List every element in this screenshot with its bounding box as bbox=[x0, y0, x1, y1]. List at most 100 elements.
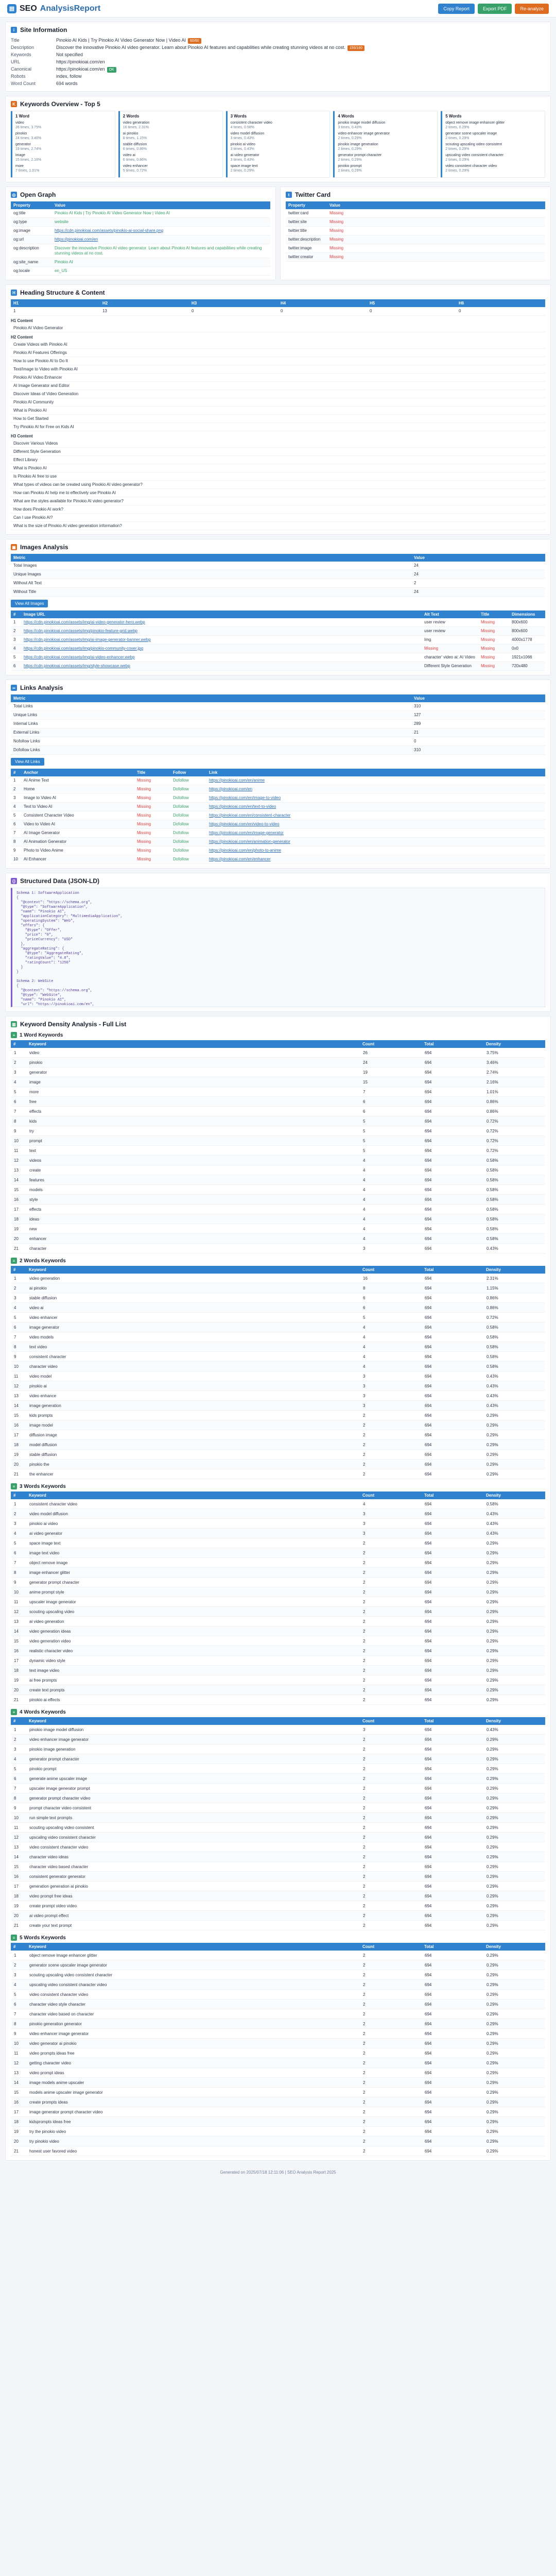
table-cell: 3 bbox=[360, 1400, 422, 1411]
reanalyze-button[interactable]: Re-analyze bbox=[515, 3, 549, 14]
table-cell[interactable]: https://cdn.pinokioai.com/assets/img/ai-… bbox=[21, 635, 422, 645]
headings-card: H Heading Structure & Content H1 H2 H3 H4 H5 H… bbox=[5, 284, 551, 535]
h3-item: Can I use Pinokio AI? bbox=[11, 514, 545, 522]
table-row: 6 generate anime upscaler image 2 694 0.29% bbox=[11, 1773, 545, 1784]
table-cell: 694 bbox=[422, 1832, 483, 1842]
table-cell: 1 bbox=[11, 1274, 26, 1283]
table-row: 9 Photo to Video Anime Missing Dofollow http… bbox=[11, 846, 545, 855]
table-cell: 2 bbox=[360, 1469, 422, 1479]
table-cell: character video based on character bbox=[26, 2009, 360, 2019]
table-row: 9 generator prompt character 2 694 0.29% bbox=[11, 1577, 545, 1587]
table-cell[interactable]: https://pinokioai.com/en/image-to-video bbox=[206, 793, 545, 803]
table-cell[interactable]: https://cdn.pinokioai.com/assets/img/sty… bbox=[21, 662, 422, 671]
table-cell: 694 bbox=[422, 1302, 483, 1313]
view-all-links-button[interactable]: View All Links bbox=[11, 758, 44, 766]
table-cell: 5 bbox=[11, 1989, 26, 1999]
h3-text: What is Pinokio AI bbox=[13, 466, 47, 470]
table-cell: 694 bbox=[422, 1675, 483, 1685]
view-all-images-button[interactable]: View All Images bbox=[11, 600, 48, 607]
table-cell: 4 bbox=[11, 1979, 26, 1990]
table-cell: 11 bbox=[11, 1145, 26, 1156]
table-cell: 694 bbox=[422, 2107, 483, 2117]
table-cell: video enhance bbox=[26, 1391, 360, 1401]
table-row: 2 video enhancer image generator 2 694 0.29% bbox=[11, 1734, 545, 1744]
table-cell: 3 bbox=[11, 793, 21, 803]
table-cell[interactable]: https://cdn.pinokioai.com/assets/img/ai-… bbox=[21, 618, 422, 627]
table-row: 14 video generation ideas 2 694 0.29% bbox=[11, 1626, 545, 1636]
table-cell[interactable]: https://pinokioai.com/en bbox=[206, 785, 545, 794]
keyword-text: space image text bbox=[230, 164, 258, 168]
table-cell: 3 bbox=[360, 1381, 422, 1391]
table-cell: 694 bbox=[422, 1812, 483, 1823]
table-cell: 11 bbox=[11, 1597, 26, 1607]
table-cell: 694 bbox=[422, 1274, 483, 1283]
table-row: 10 AI Enhancer Missing Dofollow https://pino… bbox=[11, 855, 545, 864]
table-cell[interactable]: https://pinokioai.com/en/image-generator bbox=[206, 828, 545, 838]
table-cell[interactable]: https://cdn.pinokioai.com/assets/img/ai-… bbox=[21, 653, 422, 662]
density-section-title: 2 Words Keywords bbox=[20, 1258, 66, 1264]
table-cell: 3 bbox=[360, 1243, 422, 1253]
table-cell: 2 bbox=[360, 1548, 422, 1558]
export-pdf-button[interactable]: Export PDF bbox=[477, 3, 512, 14]
table-cell: 1.15% bbox=[483, 1283, 545, 1293]
keyword-item: video 26 times, 3.75% bbox=[15, 121, 112, 130]
column-header: Density bbox=[483, 1040, 545, 1048]
table-cell[interactable]: https://cdn.pinokioai.com/assets/img/pin… bbox=[21, 644, 422, 653]
table-cell: 14 bbox=[11, 1175, 26, 1185]
table-cell: 0.29% bbox=[483, 1449, 545, 1460]
table-cell: 0.29% bbox=[483, 1616, 545, 1626]
keyword-item: pinokio image model diffusion 3 times, 0.… bbox=[338, 121, 434, 130]
table-cell: 0.29% bbox=[483, 2038, 545, 2048]
table-cell: 4 bbox=[360, 1351, 422, 1362]
table-cell: Dofollow bbox=[170, 776, 206, 785]
table-cell[interactable]: https://pinokioai.com/en/anime bbox=[206, 776, 545, 785]
site-info-value: 694 words bbox=[56, 80, 545, 87]
table-cell: 9 bbox=[11, 1351, 26, 1362]
summary-row: External Links 21 bbox=[11, 728, 545, 737]
table-cell: 0.58% bbox=[483, 1233, 545, 1244]
heading-level-header: H6 bbox=[456, 299, 545, 307]
copy-report-button[interactable]: Copy Report bbox=[438, 3, 475, 14]
column-header: # bbox=[11, 1266, 26, 1274]
table-row: 10 character video 4 694 0.58% bbox=[11, 1361, 545, 1371]
table-cell[interactable]: https://pinokioai.com/en/photo-to-anime bbox=[206, 846, 545, 855]
table-cell: Missing bbox=[478, 626, 509, 636]
table-cell: 18 bbox=[11, 1214, 26, 1224]
table-cell: diffusion image bbox=[26, 1430, 360, 1440]
img-sum-col-value: Value bbox=[411, 554, 545, 562]
table-cell: 0.29% bbox=[483, 1812, 545, 1823]
table-cell: video consistent character video bbox=[26, 1989, 360, 1999]
table-cell: consistent character video bbox=[26, 1499, 360, 1509]
table-cell: 2 bbox=[11, 1283, 26, 1293]
keyword-item: consistent character video 4 times, 0.58% bbox=[231, 121, 327, 130]
table-row: 16 realistic character video 2 694 0.29% bbox=[11, 1646, 545, 1656]
table-cell: 2 bbox=[11, 626, 21, 636]
table-cell[interactable]: https://pinokioai.com/en/animation-gener… bbox=[206, 837, 545, 846]
table-row: 5 pinokio prompt 2 694 0.29% bbox=[11, 1764, 545, 1774]
table-cell: 694 bbox=[422, 1951, 483, 1960]
metric-value: 24 bbox=[411, 587, 545, 597]
h3-text: Discover Various Videos bbox=[13, 441, 58, 446]
table-cell[interactable]: https://cdn.pinokioai.com/assets/img/pin… bbox=[21, 626, 422, 636]
table-cell[interactable]: https://pinokioai.com/en/video-to-video bbox=[206, 820, 545, 829]
table-cell[interactable]: https://pinokioai.com/en/enhancer bbox=[206, 855, 545, 864]
table-cell: 694 bbox=[422, 2067, 483, 2078]
table-cell: 13 bbox=[11, 2067, 26, 2078]
keyword-text: pinokio prompt bbox=[338, 164, 362, 168]
site-info-key: URL bbox=[11, 59, 21, 64]
table-cell: 2 bbox=[360, 1587, 422, 1597]
value-cell: Missing bbox=[327, 209, 545, 218]
site-info-value: index, follow bbox=[56, 73, 545, 80]
top-actions: Copy Report Export PDF Re-analyze bbox=[438, 3, 549, 14]
table-cell: 694 bbox=[422, 1430, 483, 1440]
table-cell: 694 bbox=[422, 1871, 483, 1882]
img-sum-col-metric: Metric bbox=[11, 554, 411, 562]
table-cell[interactable]: https://pinokioai.com/en/text-to-video bbox=[206, 802, 545, 811]
property-cell: og:url bbox=[11, 235, 52, 244]
table-cell: 7 bbox=[360, 1087, 422, 1097]
table-cell: 0.58% bbox=[483, 1165, 545, 1175]
table-cell: prompt bbox=[26, 1136, 360, 1146]
table-cell: 15 bbox=[11, 1184, 26, 1195]
table-cell[interactable]: https://pinokioai.com/en/consistent-char… bbox=[206, 811, 545, 820]
density-table: # Keyword Count Total Density 1 video 26 694 3.75… bbox=[11, 1040, 545, 1253]
